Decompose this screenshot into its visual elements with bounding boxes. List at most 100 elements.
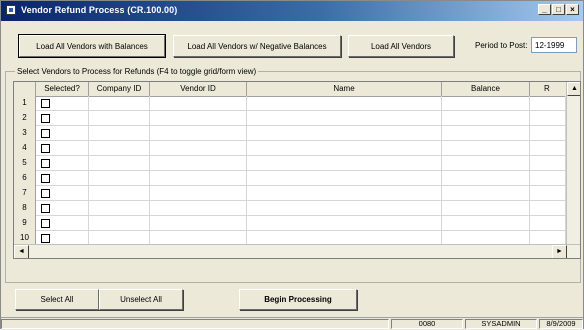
unselect-all-button[interactable]: Unselect All <box>99 289 183 310</box>
column-header-balance[interactable]: Balance <box>442 82 530 96</box>
restore-button[interactable]: □ <box>552 4 565 15</box>
table-row[interactable]: 3 <box>14 126 580 141</box>
table-cell[interactable] <box>442 201 530 216</box>
selected-checkbox[interactable] <box>41 204 50 213</box>
table-cell[interactable] <box>150 156 247 171</box>
table-cell[interactable] <box>89 126 150 141</box>
scroll-up-icon[interactable]: ▲ <box>567 82 580 96</box>
row-number[interactable]: 7 <box>14 186 36 201</box>
vertical-scrollbar[interactable]: ▲ <box>566 82 580 244</box>
table-cell[interactable] <box>530 186 566 201</box>
table-cell[interactable] <box>442 216 530 231</box>
close-button[interactable]: × <box>566 4 579 15</box>
table-cell[interactable] <box>150 216 247 231</box>
row-number[interactable]: 3 <box>14 126 36 141</box>
status-user: SYSADMIN <box>465 319 537 329</box>
table-row[interactable]: 1 <box>14 96 580 111</box>
table-cell[interactable] <box>89 186 150 201</box>
table-cell[interactable] <box>247 201 442 216</box>
table-cell[interactable] <box>442 171 530 186</box>
row-number[interactable]: 1 <box>14 96 36 111</box>
table-row[interactable]: 9 <box>14 216 580 231</box>
table-cell[interactable] <box>247 141 442 156</box>
row-number[interactable]: 6 <box>14 171 36 186</box>
table-cell[interactable] <box>247 186 442 201</box>
table-row[interactable]: 2 <box>14 111 580 126</box>
table-row[interactable]: 5 <box>14 156 580 171</box>
column-header-vendor-id[interactable]: Vendor ID <box>150 82 247 96</box>
table-cell[interactable] <box>530 141 566 156</box>
selected-checkbox[interactable] <box>41 99 50 108</box>
table-cell[interactable] <box>530 111 566 126</box>
column-header-name[interactable]: Name <box>247 82 442 96</box>
table-cell[interactable] <box>247 171 442 186</box>
column-header-r[interactable]: R <box>530 82 566 96</box>
table-cell[interactable] <box>89 171 150 186</box>
table-cell[interactable] <box>247 96 442 111</box>
selected-checkbox[interactable] <box>41 129 50 138</box>
minimize-button[interactable]: _ <box>538 4 551 15</box>
table-cell[interactable] <box>530 126 566 141</box>
load-all-vendors-button[interactable]: Load All Vendors <box>348 35 454 57</box>
table-cell[interactable] <box>530 171 566 186</box>
table-cell[interactable] <box>150 171 247 186</box>
selected-checkbox[interactable] <box>41 174 50 183</box>
table-cell[interactable] <box>247 126 442 141</box>
row-number[interactable]: 2 <box>14 111 36 126</box>
load-vendors-with-balances-button[interactable]: Load All Vendors with Balances <box>18 34 166 58</box>
table-cell[interactable] <box>442 156 530 171</box>
load-vendors-negative-balances-button[interactable]: Load All Vendors w/ Negative Balances <box>173 35 341 57</box>
table-cell[interactable] <box>89 156 150 171</box>
row-number[interactable]: 5 <box>14 156 36 171</box>
table-cell[interactable] <box>247 156 442 171</box>
table-cell[interactable] <box>150 111 247 126</box>
row-number[interactable]: 8 <box>14 201 36 216</box>
selected-checkbox[interactable] <box>41 144 50 153</box>
table-cell[interactable] <box>150 126 247 141</box>
vendor-grid[interactable]: Selected? Company ID Vendor ID Name Bala… <box>13 81 581 259</box>
selected-checkbox[interactable] <box>41 234 50 243</box>
table-cell[interactable] <box>89 201 150 216</box>
table-cell[interactable] <box>247 111 442 126</box>
table-cell[interactable] <box>150 201 247 216</box>
table-cell[interactable] <box>89 216 150 231</box>
table-cell[interactable] <box>89 111 150 126</box>
selected-checkbox[interactable] <box>41 159 50 168</box>
column-header-company-id[interactable]: Company ID <box>89 82 150 96</box>
column-header-selected[interactable]: Selected? <box>36 82 89 96</box>
table-cell[interactable] <box>442 186 530 201</box>
period-to-post-input[interactable] <box>531 37 577 53</box>
table-row[interactable]: 6 <box>14 171 580 186</box>
table-cell[interactable] <box>150 96 247 111</box>
row-number[interactable]: 4 <box>14 141 36 156</box>
table-row[interactable]: 4 <box>14 141 580 156</box>
selected-checkbox[interactable] <box>41 114 50 123</box>
row-number-header <box>14 82 36 96</box>
table-cell[interactable] <box>530 96 566 111</box>
table-cell[interactable] <box>530 201 566 216</box>
title-bar[interactable]: Vendor Refund Process (CR.100.00) _ □ × <box>1 1 583 21</box>
table-cell[interactable] <box>442 141 530 156</box>
scroll-right-icon[interactable]: ► <box>552 245 567 258</box>
table-cell[interactable] <box>442 111 530 126</box>
selected-checkbox[interactable] <box>41 219 50 228</box>
select-all-button[interactable]: Select All <box>15 289 99 310</box>
table-cell[interactable] <box>442 126 530 141</box>
selected-checkbox[interactable] <box>41 189 50 198</box>
table-cell[interactable] <box>530 216 566 231</box>
table-cell[interactable] <box>150 141 247 156</box>
table-row[interactable]: 8 <box>14 201 580 216</box>
horizontal-scrollbar[interactable]: ◄ ► <box>14 244 580 258</box>
table-cell[interactable] <box>247 216 442 231</box>
app-icon <box>6 5 16 15</box>
row-number[interactable]: 9 <box>14 216 36 231</box>
table-cell[interactable] <box>530 156 566 171</box>
table-cell[interactable] <box>89 96 150 111</box>
table-cell[interactable] <box>89 141 150 156</box>
begin-processing-button[interactable]: Begin Processing <box>239 289 357 310</box>
table-row[interactable]: 7 <box>14 186 580 201</box>
table-cell[interactable] <box>442 96 530 111</box>
table-cell[interactable] <box>150 186 247 201</box>
scroll-left-icon[interactable]: ◄ <box>14 245 29 258</box>
group-label: Select Vendors to Process for Refunds (F… <box>15 67 259 76</box>
